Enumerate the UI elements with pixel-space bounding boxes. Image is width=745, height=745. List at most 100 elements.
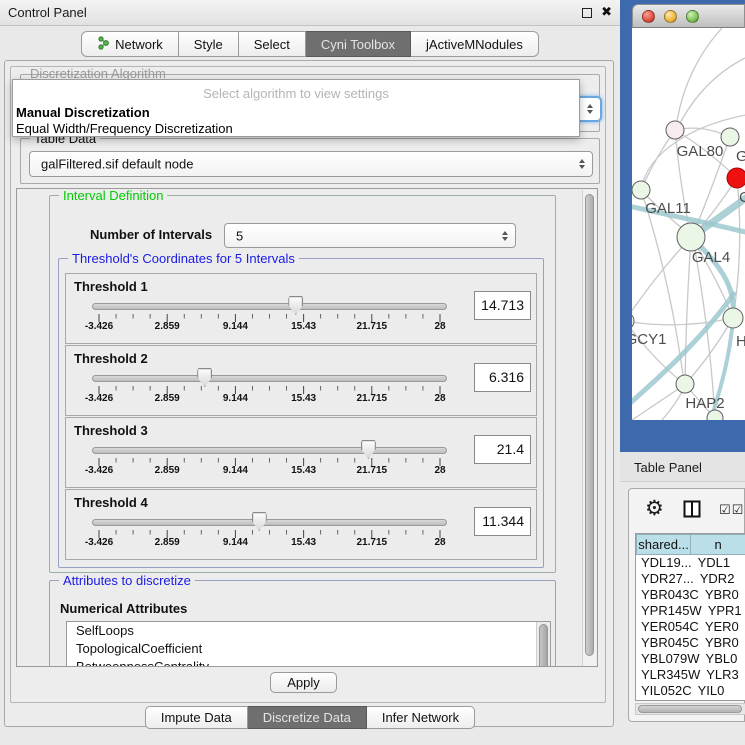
tick-label: -3.426: [74, 465, 124, 476]
table-row[interactable]: YBR043CYBR0: [636, 587, 745, 603]
HAP2-node[interactable]: [676, 375, 694, 393]
table-data-combobox[interactable]: galFiltered.sif default node: [29, 151, 593, 177]
GCY1-node[interactable]: [632, 312, 634, 330]
table-row[interactable]: YBR045CYBR0: [636, 635, 745, 651]
GAL4-node[interactable]: [677, 223, 705, 251]
column-header-shared-name[interactable]: shared...: [636, 534, 691, 555]
float-window-icon[interactable]: [582, 8, 592, 18]
table-row[interactable]: YBL079WYBL0: [636, 651, 745, 667]
threshold-panel: Threshold 4-3.4262.8599.14415.4321.71528…: [65, 489, 537, 560]
table-data-groupbox: Table Data galFiltered.sif default node: [20, 138, 600, 184]
mac-minimize-icon[interactable]: [664, 10, 677, 23]
close-icon[interactable]: ✖: [601, 4, 612, 20]
tick-label: 28: [415, 465, 465, 476]
threshold-label: Threshold 1: [74, 279, 148, 294]
cell-shared-name: YIL052C: [636, 683, 692, 699]
tick-label: -3.426: [74, 393, 124, 404]
network-canvas[interactable]: GAL80GCGAL11GAL4GCY1HHAP2: [632, 28, 745, 420]
attributes-list-scrollbar[interactable]: [536, 622, 550, 667]
network-window-titlebar[interactable]: [632, 4, 745, 28]
cell-name: YPR1: [702, 603, 745, 619]
application: Control Panel ✖ Network Style: [0, 0, 745, 745]
tab-discretize-data[interactable]: Discretize Data: [248, 706, 367, 729]
number-of-intervals-combobox[interactable]: 5: [224, 223, 516, 248]
stepper-arrows-icon: [587, 104, 593, 114]
table-row[interactable]: YDR27...YDR2: [636, 571, 745, 587]
tab-impute-data-label: Impute Data: [161, 710, 232, 725]
table-row[interactable]: YPR145WYPR1: [636, 603, 745, 619]
threshold-panel: Threshold 2-3.4262.8599.14415.4321.71528…: [65, 345, 537, 416]
threshold-value-field[interactable]: 21.4: [474, 435, 531, 464]
network-edge: [641, 130, 675, 190]
split-columns-icon[interactable]: [683, 500, 701, 521]
tab-impute-data[interactable]: Impute Data: [145, 706, 248, 729]
threshold-value-field[interactable]: 6.316: [474, 363, 531, 392]
slider-track[interactable]: [92, 375, 447, 382]
tick-label: 15.43: [279, 393, 329, 404]
attribute-items: SelfLoopsTopologicalCoefficientBetweenne…: [67, 622, 550, 667]
right-pane: GAL80GCGAL11GAL4GCY1HHAP2 Table Panel ⚙ …: [620, 0, 745, 745]
GAL11-node[interactable]: [632, 181, 650, 199]
algorithm-option-manual-discretization[interactable]: Manual Discretization: [16, 105, 150, 120]
top-right-node[interactable]: [721, 128, 739, 146]
threshold-value-field[interactable]: 11.344: [474, 507, 531, 536]
tick-label: 9.144: [210, 537, 260, 548]
threshold-value-field[interactable]: 14.713: [474, 291, 531, 320]
slider-track[interactable]: [92, 447, 447, 454]
mac-zoom-icon[interactable]: [686, 10, 699, 23]
gear-icon[interactable]: ⚙: [645, 496, 664, 521]
tick-label: 9.144: [210, 321, 260, 332]
table-row[interactable]: YLR345WYLR3: [636, 667, 745, 683]
cell-shared-name: YDL19...: [636, 555, 692, 571]
control-panel-titlebar: Control Panel ✖: [0, 0, 620, 26]
tab-select[interactable]: Select: [239, 31, 306, 57]
apply-button[interactable]: Apply: [270, 672, 337, 693]
tick-label: 9.144: [210, 393, 260, 404]
tick-label: 2.859: [142, 393, 192, 404]
slider-track[interactable]: [92, 519, 447, 526]
mac-close-icon[interactable]: [642, 10, 655, 23]
tab-jactivemnodules-label: jActiveMNodules: [426, 37, 523, 52]
threshold-coordinates-group-label: Threshold's Coordinates for 5 Intervals: [68, 251, 299, 266]
cell-shared-name: YBL079W: [636, 651, 700, 667]
node-label: GAL80: [677, 143, 724, 160]
slider-tick-labels: -3.4262.8599.14415.4321.71528: [92, 465, 447, 478]
slider-track[interactable]: [92, 303, 447, 310]
attribute-list-item[interactable]: BetweennessCentrality: [67, 658, 550, 667]
attribute-list-item[interactable]: TopologicalCoefficient: [67, 640, 550, 658]
attributes-group-label: Attributes to discretize: [59, 573, 195, 588]
algorithm-option-equal-width-frequency[interactable]: Equal Width/Frequency Discretization: [16, 121, 233, 136]
red-node[interactable]: [727, 168, 745, 188]
cell-name: YIL0: [692, 683, 745, 699]
tab-style[interactable]: Style: [179, 31, 239, 57]
interval-definition-group-label: Interval Definition: [59, 188, 167, 203]
scrollbar-thumb[interactable]: [539, 624, 548, 667]
threshold-panel: Threshold 1-3.4262.8599.14415.4321.71528…: [65, 273, 537, 344]
stepper-arrows-icon: [579, 159, 585, 169]
table-row[interactable]: YIL052CYIL0: [636, 683, 745, 699]
tick-label: 2.859: [142, 321, 192, 332]
settings-vertical-scrollbar[interactable]: [582, 190, 596, 667]
tab-jactivemnodules[interactable]: jActiveMNodules: [411, 31, 539, 57]
tab-infer-network[interactable]: Infer Network: [367, 706, 475, 729]
table-row[interactable]: YER054CYER0: [636, 619, 745, 635]
tab-cyni-toolbox[interactable]: Cyni Toolbox: [306, 31, 411, 57]
table-row[interactable]: YDL19...YDL1: [636, 555, 745, 571]
tick-label: 28: [415, 537, 465, 548]
attribute-list-item[interactable]: SelfLoops: [67, 622, 550, 640]
scrollbar-thumb[interactable]: [585, 194, 594, 656]
table-horizontal-scrollbar[interactable]: [635, 703, 745, 715]
tick-label: 21.715: [347, 321, 397, 332]
tab-network[interactable]: Network: [81, 31, 179, 57]
scrollbar-thumb[interactable]: [638, 705, 742, 713]
node-table-rows: YDL19...YDL1YDR27...YDR2YBR043CYBR0YPR14…: [636, 555, 745, 699]
threshold-label: Threshold 3: [74, 423, 148, 438]
node-label: G: [736, 148, 745, 165]
GAL80-node[interactable]: [666, 121, 684, 139]
cell-name: YLR3: [700, 667, 745, 683]
H-node[interactable]: [723, 308, 743, 328]
column-header-name[interactable]: n: [691, 534, 745, 555]
threshold-coordinates-groupbox: Threshold's Coordinates for 5 Intervals …: [58, 258, 544, 568]
cell-shared-name: YBR043C: [636, 587, 699, 603]
checked-box-icons[interactable]: ☑☑: [719, 502, 744, 518]
